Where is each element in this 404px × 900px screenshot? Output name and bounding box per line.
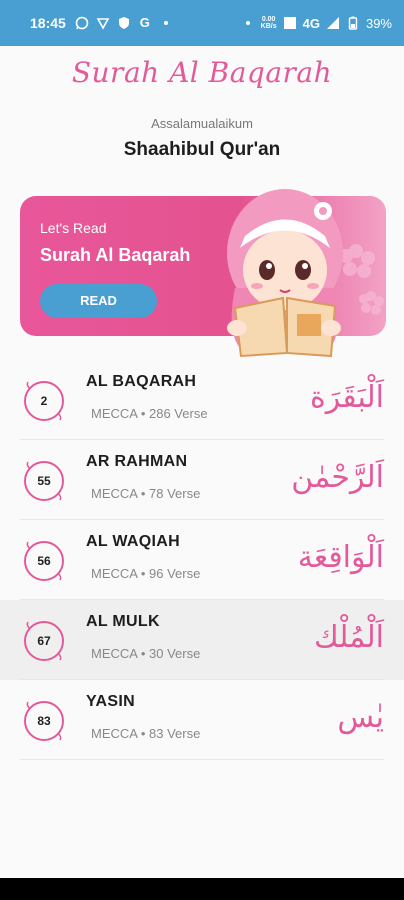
surah-meta: MECCA • 78 Verse <box>91 486 201 501</box>
surah-name: AL BAQARAH <box>86 373 197 390</box>
surah-row-al-waqiah[interactable]: 56 AL WAQIAH MECCA • 96 Verse اَلْوَاقِع… <box>0 520 404 600</box>
surah-number: 67 <box>37 634 51 648</box>
surah-name: AL WAQIAH <box>86 533 180 550</box>
surah-row-yasin[interactable]: 83 YASIN MECCA • 83 Verse يٰس <box>0 680 404 760</box>
surah-row-al-baqarah[interactable]: 2 AL BAQARAH MECCA • 286 Verse اَلْبَقَر… <box>0 360 404 440</box>
surah-arabic-name: اَلْوَاقِعَة <box>297 540 384 575</box>
battery-percent: 39% <box>365 15 392 31</box>
surah-meta: MECCA • 83 Verse <box>91 726 201 741</box>
signal-icon <box>326 16 340 30</box>
surah-number: 55 <box>37 474 51 488</box>
status-right: 0.00 KB/s 4G 39% <box>241 16 392 31</box>
surah-name: AR RAHMAN <box>86 453 188 470</box>
surah-number-badge: 55 <box>22 459 66 503</box>
dot-icon <box>241 16 255 30</box>
surah-arabic-name: يٰس <box>337 700 384 735</box>
surah-row-ar-rahman[interactable]: 55 AR RAHMAN MECCA • 78 Verse اَلرَّحْمٰ… <box>0 440 404 520</box>
surah-number-badge: 67 <box>22 619 66 663</box>
surah-number: 2 <box>40 394 48 408</box>
network-speed: 0.00 KB/s <box>261 16 277 30</box>
surah-name: YASIN <box>86 693 135 710</box>
shield-icon <box>117 16 131 30</box>
surah-number: 83 <box>37 714 51 728</box>
surah-number-badge: 83 <box>22 699 66 743</box>
battery-icon <box>346 16 360 30</box>
surah-arabic-name: اَلرَّحْمٰن <box>291 460 384 495</box>
greeting: Assalamualaikum <box>151 116 253 131</box>
vpn-icon <box>96 16 110 30</box>
surah-number-badge: 56 <box>22 539 66 583</box>
surah-name: AL MULK <box>86 613 160 630</box>
surah-meta: MECCA • 96 Verse <box>91 566 201 581</box>
surah-arabic-name: اَلْبَقَرَة <box>310 380 384 415</box>
data-icon <box>283 16 297 30</box>
surah-number-badge: 2 <box>22 379 66 423</box>
app-title: Surah Al Baqarah <box>71 56 333 89</box>
network-type: 4G <box>302 15 320 31</box>
banner-pre-label: Let's Read <box>40 220 107 236</box>
network-speed-value: 0.00 <box>261 16 276 23</box>
surah-row-al-mulk[interactable]: 67 AL MULK MECCA • 30 Verse اَلْمُلْك <box>0 600 404 680</box>
surah-meta: MECCA • 286 Verse <box>91 406 208 421</box>
surah-arabic-name: اَلْمُلْك <box>313 620 384 655</box>
surah-number: 56 <box>37 554 51 568</box>
read-button[interactable]: READ <box>40 284 157 318</box>
girl-reading-quran-illustration <box>227 189 343 358</box>
surah-list: 2 AL BAQARAH MECCA • 286 Verse اَلْبَقَر… <box>0 360 404 760</box>
status-bar: 18:45 G 0.00 KB/s 4G 39% <box>0 0 404 46</box>
dot-icon <box>159 16 173 30</box>
google-icon: G <box>139 15 150 30</box>
user-name: Shaahibul Qur'an <box>123 139 281 160</box>
surah-meta: MECCA • 30 Verse <box>91 646 201 661</box>
divider <box>20 759 384 760</box>
status-time: 18:45 <box>30 15 66 31</box>
network-speed-unit: KB/s <box>260 23 277 30</box>
whatsapp-icon <box>75 16 89 30</box>
system-nav-bar <box>0 878 404 900</box>
banner-title: Surah Al Baqarah <box>40 245 191 265</box>
status-left: 18:45 G <box>30 15 173 31</box>
